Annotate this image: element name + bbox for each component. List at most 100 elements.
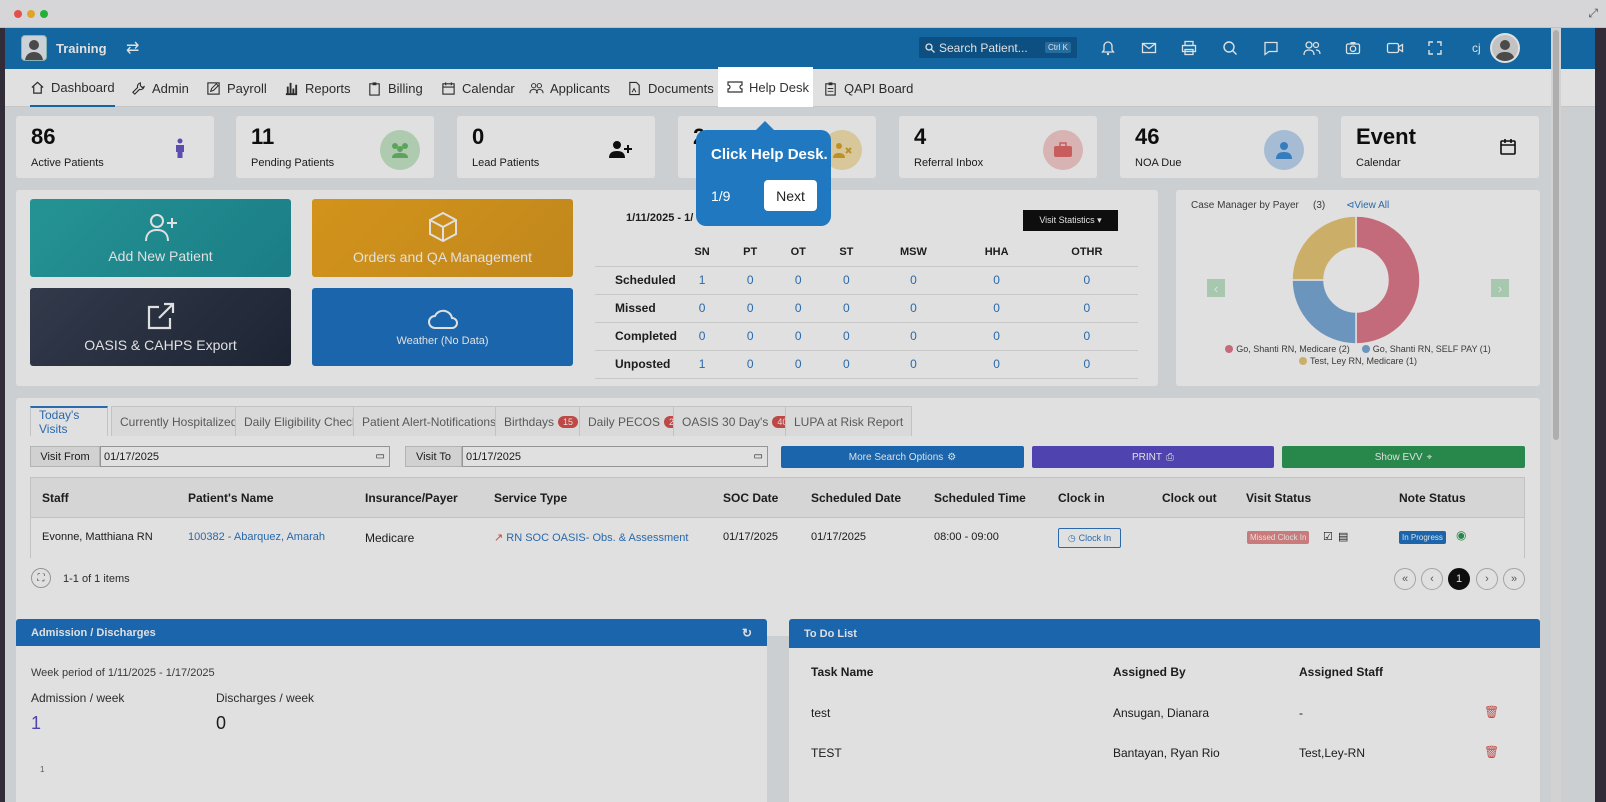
vs-cell[interactable]: 1 [677,266,727,294]
expand-icon[interactable] [1427,40,1443,56]
highlighted-help-desk-tab[interactable]: Help Desk [718,67,813,107]
vs-cell[interactable]: 0 [773,266,823,294]
close-window-dot[interactable] [14,10,22,18]
trash-icon[interactable]: 🗑 [1484,745,1499,759]
tab-birthdays[interactable]: Birthdays 15 [495,406,588,436]
stat-active-patients[interactable]: 86 Active Patients [16,116,214,178]
prev-page-button[interactable]: ‹ [1421,568,1443,590]
vs-cell[interactable]: 0 [869,266,957,294]
switch-icon[interactable]: ⇄ [126,38,139,58]
vs-cell[interactable]: 0 [869,322,957,350]
nav-documents[interactable]: Documents [627,69,714,107]
vs-cell[interactable]: 0 [1036,322,1138,350]
minimize-window-dot[interactable] [27,10,35,18]
vs-cell[interactable]: 0 [958,350,1036,378]
search-box[interactable]: Search Patient... Ctrl K [919,37,1077,58]
more-search-options-button[interactable]: More Search Options ⚙ [781,446,1024,468]
legend-item[interactable]: Go, Shanti RN, SELF PAY (1) [1361,344,1491,354]
users-icon[interactable] [1303,40,1321,56]
vs-cell[interactable]: 0 [727,266,773,294]
print-button[interactable]: PRINT ⎙ [1032,446,1274,468]
donut-slice[interactable] [1291,279,1357,345]
eye-icon[interactable]: ◉ [1456,528,1466,542]
mail-icon[interactable] [1141,40,1157,56]
oasis-cahps-tile[interactable]: OASIS & CAHPS Export [30,288,291,366]
donut-slice[interactable] [1291,215,1357,281]
vs-cell[interactable]: 0 [823,322,869,350]
cell-service-link[interactable]: ↗ RN SOC OASIS- Obs. & Assessment [494,531,688,544]
vs-cell[interactable]: 0 [773,350,823,378]
vs-cell[interactable]: 0 [1036,294,1138,322]
next-arrow-icon[interactable]: › [1491,279,1509,297]
tab-oasis-30[interactable]: OASIS 30 Day's 40 [673,406,802,436]
tab-lupa-risk[interactable]: LUPA at Risk Report [785,406,913,436]
next-button[interactable]: Next [764,180,817,211]
nav-calendar[interactable]: Calendar [441,69,515,107]
clock-in-button[interactable]: ◷ Clock In [1058,528,1121,548]
nav-billing[interactable]: Billing [367,69,423,107]
legend-item[interactable]: Go, Shanti RN, Medicare (2) [1225,344,1350,354]
next-page-button[interactable]: › [1476,568,1498,590]
camera-icon[interactable] [1345,40,1361,56]
nav-reports[interactable]: Reports [284,69,351,107]
legend-item[interactable]: Test, Ley RN, Medicare (1) [1298,356,1417,366]
vs-cell[interactable]: 0 [823,266,869,294]
visit-statistics-dropdown[interactable]: Visit Statistics ▾ [1023,210,1118,231]
avatar-icon[interactable] [21,35,47,61]
vs-cell[interactable]: 0 [958,294,1036,322]
printer-icon[interactable] [1181,40,1197,56]
todo-task[interactable]: TEST [811,746,842,760]
nav-dashboard[interactable]: Dashboard [30,69,115,107]
vs-cell[interactable]: 0 [958,266,1036,294]
video-icon[interactable] [1386,40,1404,56]
todo-task[interactable]: test [811,706,830,720]
chat-icon[interactable] [1263,40,1279,56]
bell-icon[interactable] [1100,40,1116,56]
weather-tile[interactable]: Weather (No Data) [312,288,573,366]
nav-applicants[interactable]: Applicants [529,69,610,107]
calendar-icon[interactable]: ▭ [376,451,389,462]
vs-cell[interactable]: 0 [727,294,773,322]
prev-arrow-icon[interactable]: ‹ [1207,279,1225,297]
nav-payroll[interactable]: Payroll [206,69,267,107]
cell-patient-link[interactable]: 100382 - Abarquez, Amarah [188,531,325,543]
vs-cell[interactable]: 0 [958,322,1036,350]
tab-daily-pecos[interactable]: Daily PECOS 2 [579,406,689,436]
vs-cell[interactable]: 0 [727,350,773,378]
show-evv-button[interactable]: Show EVV ⌖ [1282,446,1525,468]
maximize-window-dot[interactable] [40,10,48,18]
last-page-button[interactable]: » [1503,568,1525,590]
vs-cell[interactable]: 0 [823,350,869,378]
vs-cell[interactable]: 0 [869,350,957,378]
magnify-icon[interactable] [1222,40,1238,56]
vs-cell[interactable]: 0 [677,294,727,322]
tab-currently-hospitalized[interactable]: Currently Hospitalized [111,406,247,436]
tab-daily-eligibility[interactable]: Daily Eligibility Check [235,406,368,436]
tab-patient-alert[interactable]: Patient Alert-Notifications [353,406,506,436]
first-page-button[interactable]: « [1394,568,1416,590]
donut-slice[interactable] [1355,215,1421,345]
nav-admin[interactable]: Admin [131,69,189,107]
trash-icon[interactable]: 🗑 [1484,705,1499,719]
vs-cell[interactable]: 0 [773,294,823,322]
refresh-icon[interactable]: ↻ [742,626,752,640]
vs-cell[interactable]: 0 [1036,266,1138,294]
orders-qa-tile[interactable]: Orders and QA Management [312,199,573,277]
scrollbar-thumb[interactable] [1553,30,1559,440]
visit-from-input[interactable]: 01/17/2025 ▭ [100,446,390,467]
visit-to-input[interactable]: 01/17/2025 ▭ [462,446,768,467]
stat-lead-patients[interactable]: 0 Lead Patients [457,116,655,178]
add-new-patient-tile[interactable]: Add New Patient [30,199,291,277]
grid-fullscreen-icon[interactable]: ⛶ [31,568,51,588]
vs-cell[interactable]: 0 [727,322,773,350]
stat-noa-due[interactable]: 46 NOA Due [1120,116,1318,178]
user-avatar[interactable] [1490,33,1520,63]
view-all-link[interactable]: ⊲View All [1346,200,1389,211]
page-scrollbar[interactable] [1551,28,1561,802]
current-page[interactable]: 1 [1448,568,1470,590]
stat-event-calendar[interactable]: Event Calendar [1341,116,1539,178]
vs-cell[interactable]: 0 [823,294,869,322]
vs-cell[interactable]: 0 [869,294,957,322]
calendar-icon[interactable]: ▭ [754,451,767,462]
stat-pending-patients[interactable]: 11 Pending Patients [236,116,434,178]
